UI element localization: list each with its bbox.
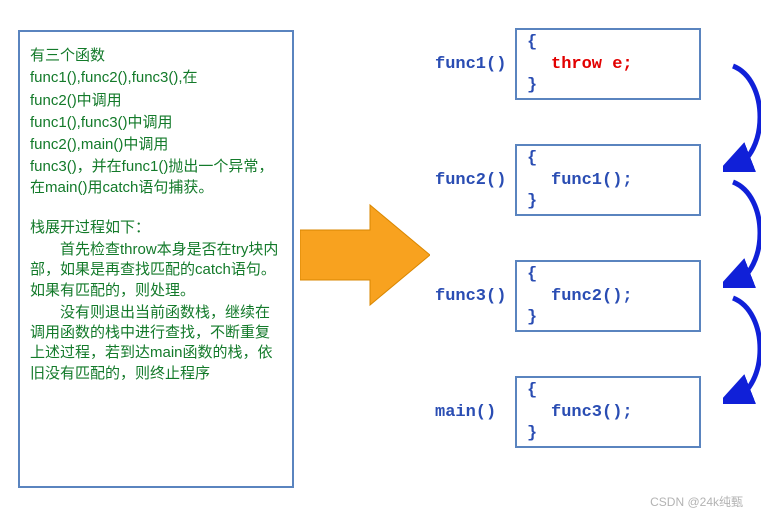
- stack-label: main(): [435, 403, 515, 422]
- code-box-func1: { throw e; }: [515, 28, 701, 100]
- stack-label: func3(): [435, 287, 515, 306]
- brace-close: }: [527, 193, 689, 210]
- brace-open: {: [527, 382, 689, 399]
- para2-title: 栈展开过程如下：: [30, 218, 282, 238]
- code-box-func3: { func2(); }: [515, 260, 701, 332]
- explanation-panel: 有三个函数 func1(),func2(),func3(),在 func2()中…: [18, 30, 294, 488]
- para2-line1: 首先检查throw本身是否在try块内部，如果是再查找匹配的catch语句。如果…: [30, 240, 282, 301]
- stack-label: func1(): [435, 55, 515, 74]
- code-body-throw: throw e;: [527, 55, 689, 74]
- para2-line2: 没有则退出当前函数栈，继续在调用函数的栈中进行查找，不断重复上述过程，若到达ma…: [30, 303, 282, 384]
- brace-open: {: [527, 150, 689, 167]
- stack-row-main: main() { func3(); }: [435, 376, 745, 448]
- stack-label: func2(): [435, 171, 515, 190]
- brace-close: }: [527, 425, 689, 442]
- para1-line5: func3()，并在func1()抛出一个异常，在main()用catch语句捕…: [30, 157, 282, 198]
- stack-row-func1: func1() { throw e; }: [435, 28, 745, 100]
- brace-close: }: [527, 77, 689, 94]
- para1-title: 有三个函数: [30, 46, 282, 66]
- stack-row-func3: func3() { func2(); }: [435, 260, 745, 332]
- brace-close: }: [527, 309, 689, 326]
- para1-line4: func2(),main()中调用: [30, 135, 282, 155]
- code-body: func1();: [527, 171, 689, 190]
- code-body: func3();: [527, 403, 689, 422]
- para1-line2: func2()中调用: [30, 91, 282, 111]
- brace-open: {: [527, 266, 689, 283]
- brace-open: {: [527, 34, 689, 51]
- code-box-func2: { func1(); }: [515, 144, 701, 216]
- watermark-text: CSDN @24k纯甄: [650, 493, 743, 510]
- call-stack-column: func1() { throw e; } func2() { func1(); …: [435, 28, 745, 448]
- code-box-main: { func3(); }: [515, 376, 701, 448]
- stack-row-func2: func2() { func1(); }: [435, 144, 745, 216]
- para1-line1: func1(),func2(),func3(),在: [30, 68, 282, 88]
- para1-line3: func1(),func3()中调用: [30, 113, 282, 133]
- flow-arrow-icon: [300, 200, 430, 310]
- code-body: func2();: [527, 287, 689, 306]
